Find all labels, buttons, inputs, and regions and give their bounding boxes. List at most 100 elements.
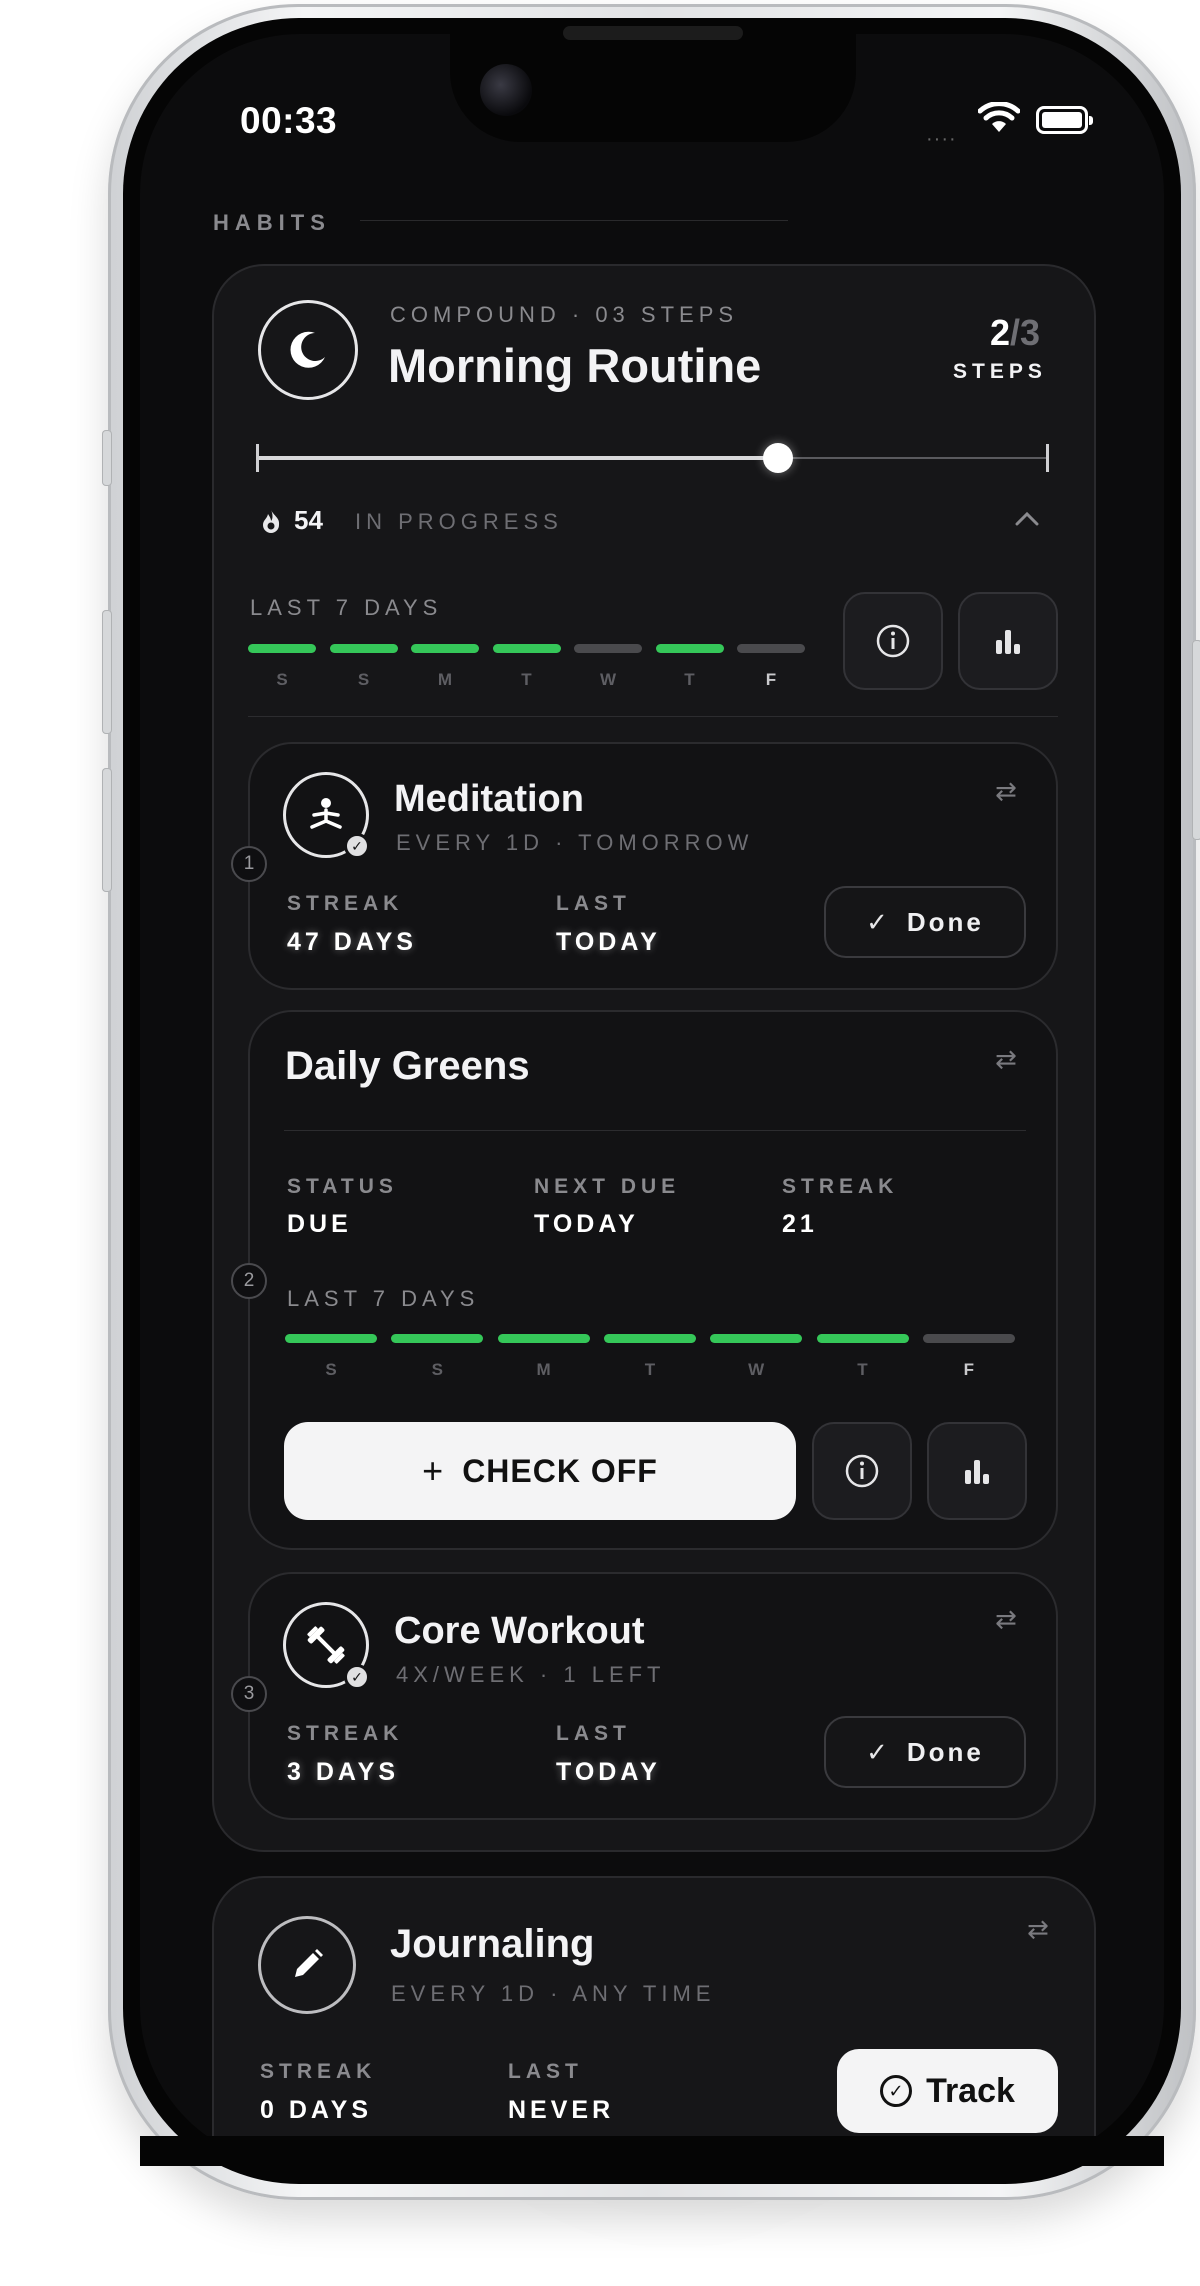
day-label: W — [748, 1360, 765, 1379]
info-icon — [845, 1454, 879, 1488]
last-label: LAST — [508, 2060, 583, 2083]
step-title: Daily Greens — [285, 1044, 530, 1088]
check-off-label: CHECK OFF — [462, 1452, 658, 1489]
done-button-label: Done — [906, 906, 984, 937]
journaling-title: Journaling — [390, 1922, 595, 1966]
day-label: S — [325, 1360, 337, 1379]
front-camera — [480, 64, 532, 116]
day-label: S — [276, 670, 288, 689]
last-value: NEVER — [508, 2096, 615, 2124]
daily-greens-divider — [284, 1130, 1026, 1131]
step-number: 3 — [231, 1676, 267, 1712]
day-segment — [922, 1334, 1015, 1343]
next-due-value: TODAY — [534, 1210, 639, 1238]
history-label: LAST 7 DAYS — [287, 1286, 480, 1311]
streak-value: 21 — [782, 1210, 818, 1238]
next-due-label: NEXT DUE — [534, 1175, 681, 1198]
pencil-icon — [295, 1949, 323, 1977]
reorder-icon[interactable]: ⇄ — [995, 776, 1017, 807]
done-button-label: Done — [906, 1736, 984, 1767]
journaling-schedule: EVERY 1D · ANY TIME — [391, 1981, 716, 2006]
progress-fill — [257, 456, 779, 460]
step-title: Core Workout — [394, 1610, 645, 1652]
check-off-button[interactable]: + CHECK OFF — [284, 1422, 796, 1520]
last-label: LAST — [556, 892, 631, 915]
steps-done: 2 — [990, 312, 1011, 353]
day-label: T — [684, 670, 695, 689]
check-icon: ✓ — [866, 906, 891, 937]
day-label: T — [857, 1360, 868, 1379]
bar-chart-icon — [965, 1460, 989, 1484]
greens-info-button[interactable] — [812, 1422, 912, 1520]
info-icon — [876, 624, 910, 658]
day-label: F — [963, 1360, 974, 1379]
dumbbell-icon — [307, 1626, 345, 1664]
reorder-icon[interactable]: ⇄ — [995, 1604, 1017, 1635]
section-label: HABITS — [213, 210, 331, 235]
collapse-chevron-icon[interactable] — [1014, 510, 1040, 528]
reorder-icon[interactable]: ⇄ — [1027, 1914, 1049, 1945]
battery-icon — [1036, 106, 1093, 134]
step-title: Meditation — [394, 778, 584, 820]
steps-total: /3 — [1010, 312, 1041, 353]
day-label: T — [521, 670, 532, 689]
wifi-icon — [978, 102, 1020, 132]
day-segment — [497, 1334, 590, 1343]
track-button[interactable]: ✓ Track — [837, 2049, 1058, 2133]
signal-dots: ···· — [926, 128, 957, 150]
flame-icon — [263, 510, 280, 533]
streak-label: STREAK — [782, 1175, 899, 1198]
progress-end-tick — [1046, 444, 1049, 472]
section-divider — [360, 220, 788, 221]
day-label: W — [599, 670, 617, 689]
progress-start-tick — [256, 444, 259, 472]
meditation-icon — [310, 798, 342, 829]
streak-label: STREAK — [287, 892, 404, 915]
power-button — [1192, 640, 1200, 840]
routine-kicker: COMPOUND · 03 STEPS — [390, 302, 739, 327]
day-segment — [411, 644, 479, 653]
day-label: T — [644, 1360, 656, 1379]
done-button[interactable]: ✓ Done — [824, 886, 1026, 958]
screen-bottom-bezel — [140, 2136, 1164, 2166]
check-icon: ✓ — [866, 1736, 891, 1767]
speaker — [563, 26, 743, 40]
completed-check-icon: ✓ — [344, 833, 370, 859]
step-schedule: 4X/WEEK · 1 LEFT — [396, 1662, 666, 1687]
track-button-label: Track — [926, 2071, 1015, 2110]
silent-switch — [102, 430, 112, 486]
day-segment — [603, 1334, 696, 1343]
last-label: LAST — [556, 1722, 631, 1745]
status-time: 00:33 — [240, 100, 338, 141]
plus-icon: + — [422, 1450, 445, 1491]
routine-stats-button[interactable] — [958, 592, 1058, 690]
day-segment — [710, 1334, 803, 1343]
day-segment — [285, 1334, 377, 1343]
routine-info-button[interactable] — [843, 592, 943, 690]
day-segment — [574, 644, 642, 653]
day-segment — [248, 644, 316, 653]
routine-history-label: LAST 7 DAYS — [250, 595, 443, 620]
greens-stats-button[interactable] — [927, 1422, 1027, 1520]
routine-streak: 54 — [294, 505, 323, 535]
day-segment — [391, 1334, 484, 1343]
day-label: F — [765, 670, 777, 689]
last-value: TODAY — [556, 928, 661, 956]
day-label: M — [536, 1360, 551, 1379]
step-number: 1 — [231, 846, 267, 882]
steps-counter: 2/3 — [990, 312, 1040, 354]
done-button[interactable]: ✓ Done — [824, 1716, 1026, 1788]
check-circle-icon: ✓ — [880, 2075, 913, 2107]
streak-value: 47 DAYS — [287, 928, 417, 956]
reorder-icon[interactable]: ⇄ — [995, 1044, 1017, 1075]
routine-title: Morning Routine — [388, 339, 762, 392]
completed-check-icon: ✓ — [344, 1664, 370, 1690]
step-schedule: EVERY 1D · TOMORROW — [396, 830, 754, 855]
day-segment — [737, 644, 805, 653]
day-segment — [816, 1334, 909, 1343]
streak-value: 0 DAYS — [260, 2096, 373, 2124]
last-value: TODAY — [556, 1758, 661, 1786]
routine-state: IN PROGRESS — [355, 509, 563, 534]
day-label: M — [437, 670, 453, 689]
moon-icon — [290, 331, 325, 368]
